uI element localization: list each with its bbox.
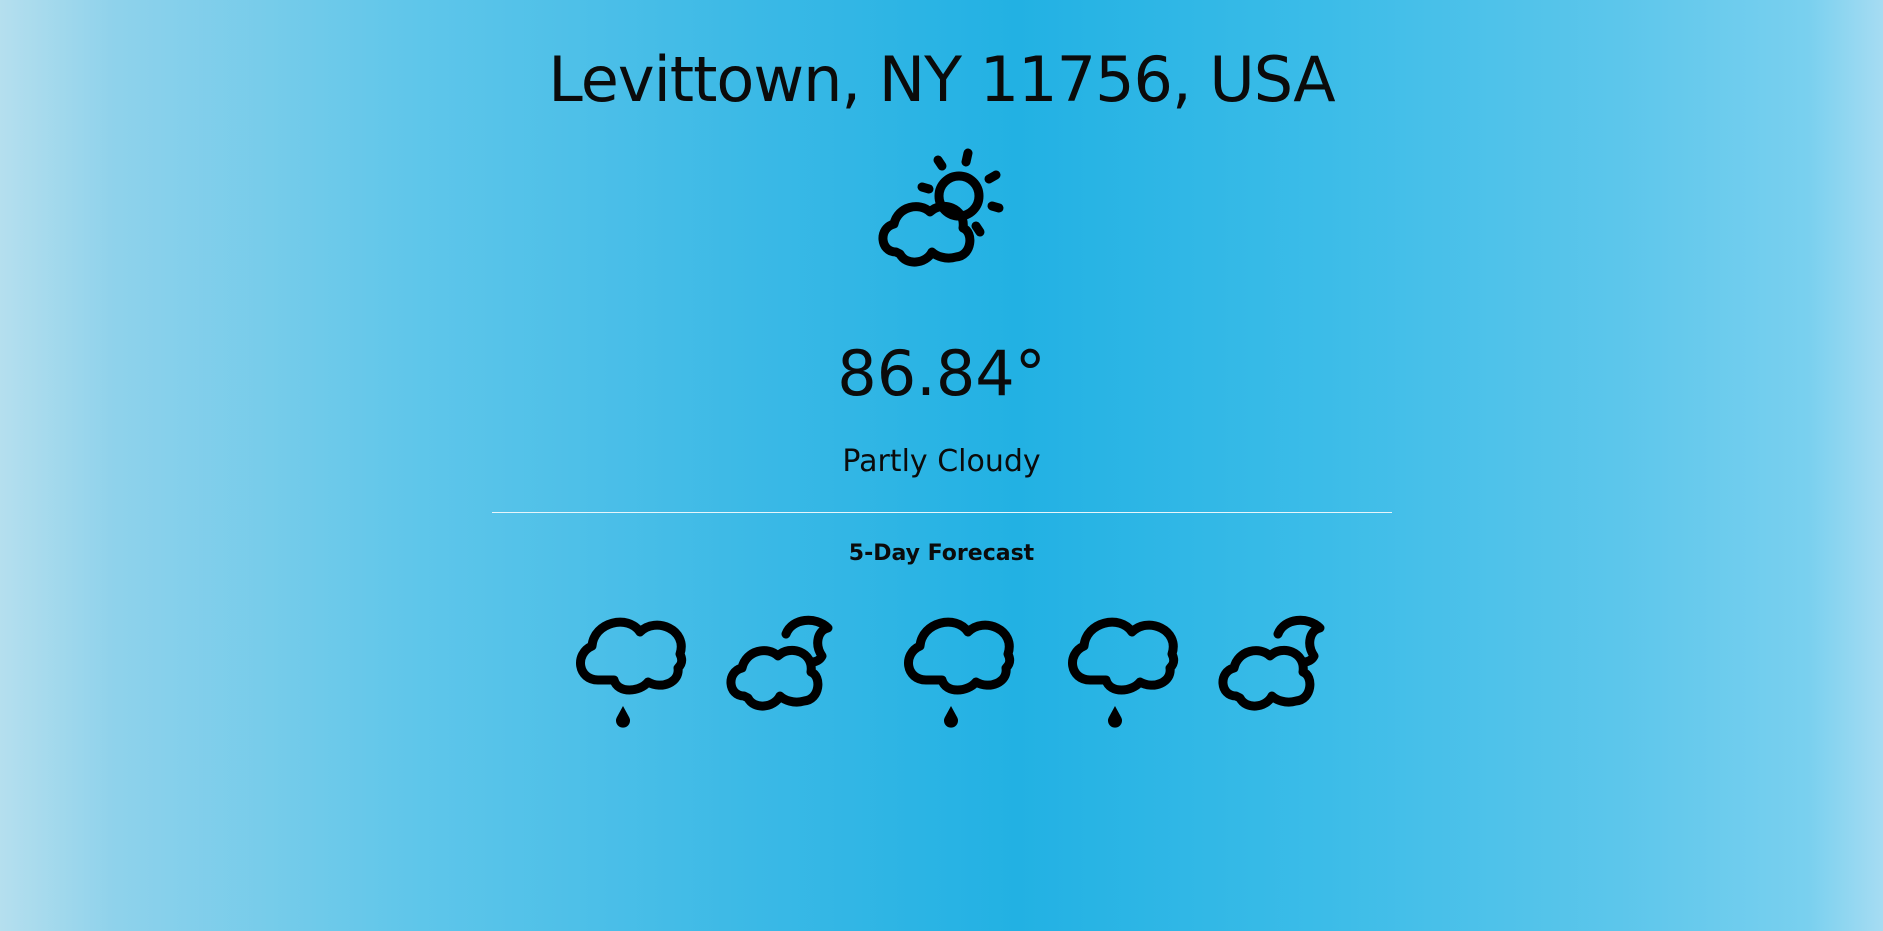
forecast-day-1	[564, 596, 694, 736]
partly-cloudy-night-icon	[726, 615, 833, 711]
rain-icon	[576, 617, 687, 728]
partly-cloudy-day-icon	[872, 148, 1010, 276]
forecast-day-4	[1056, 596, 1186, 736]
forecast-list	[564, 596, 1344, 736]
location-title: Levittown, NY 11756, USA	[548, 43, 1335, 116]
divider	[492, 512, 1392, 513]
forecast-day-5	[1212, 596, 1342, 736]
current-temperature: 86.84°	[837, 337, 1046, 410]
forecast-title: 5-Day Forecast	[848, 541, 1035, 566]
forecast-day-2	[720, 596, 850, 736]
rain-icon	[1068, 617, 1179, 728]
current-condition: Partly Cloudy	[842, 444, 1041, 479]
partly-cloudy-night-icon	[1218, 615, 1325, 711]
rain-icon	[904, 617, 1015, 728]
forecast-day-3	[892, 596, 1022, 736]
